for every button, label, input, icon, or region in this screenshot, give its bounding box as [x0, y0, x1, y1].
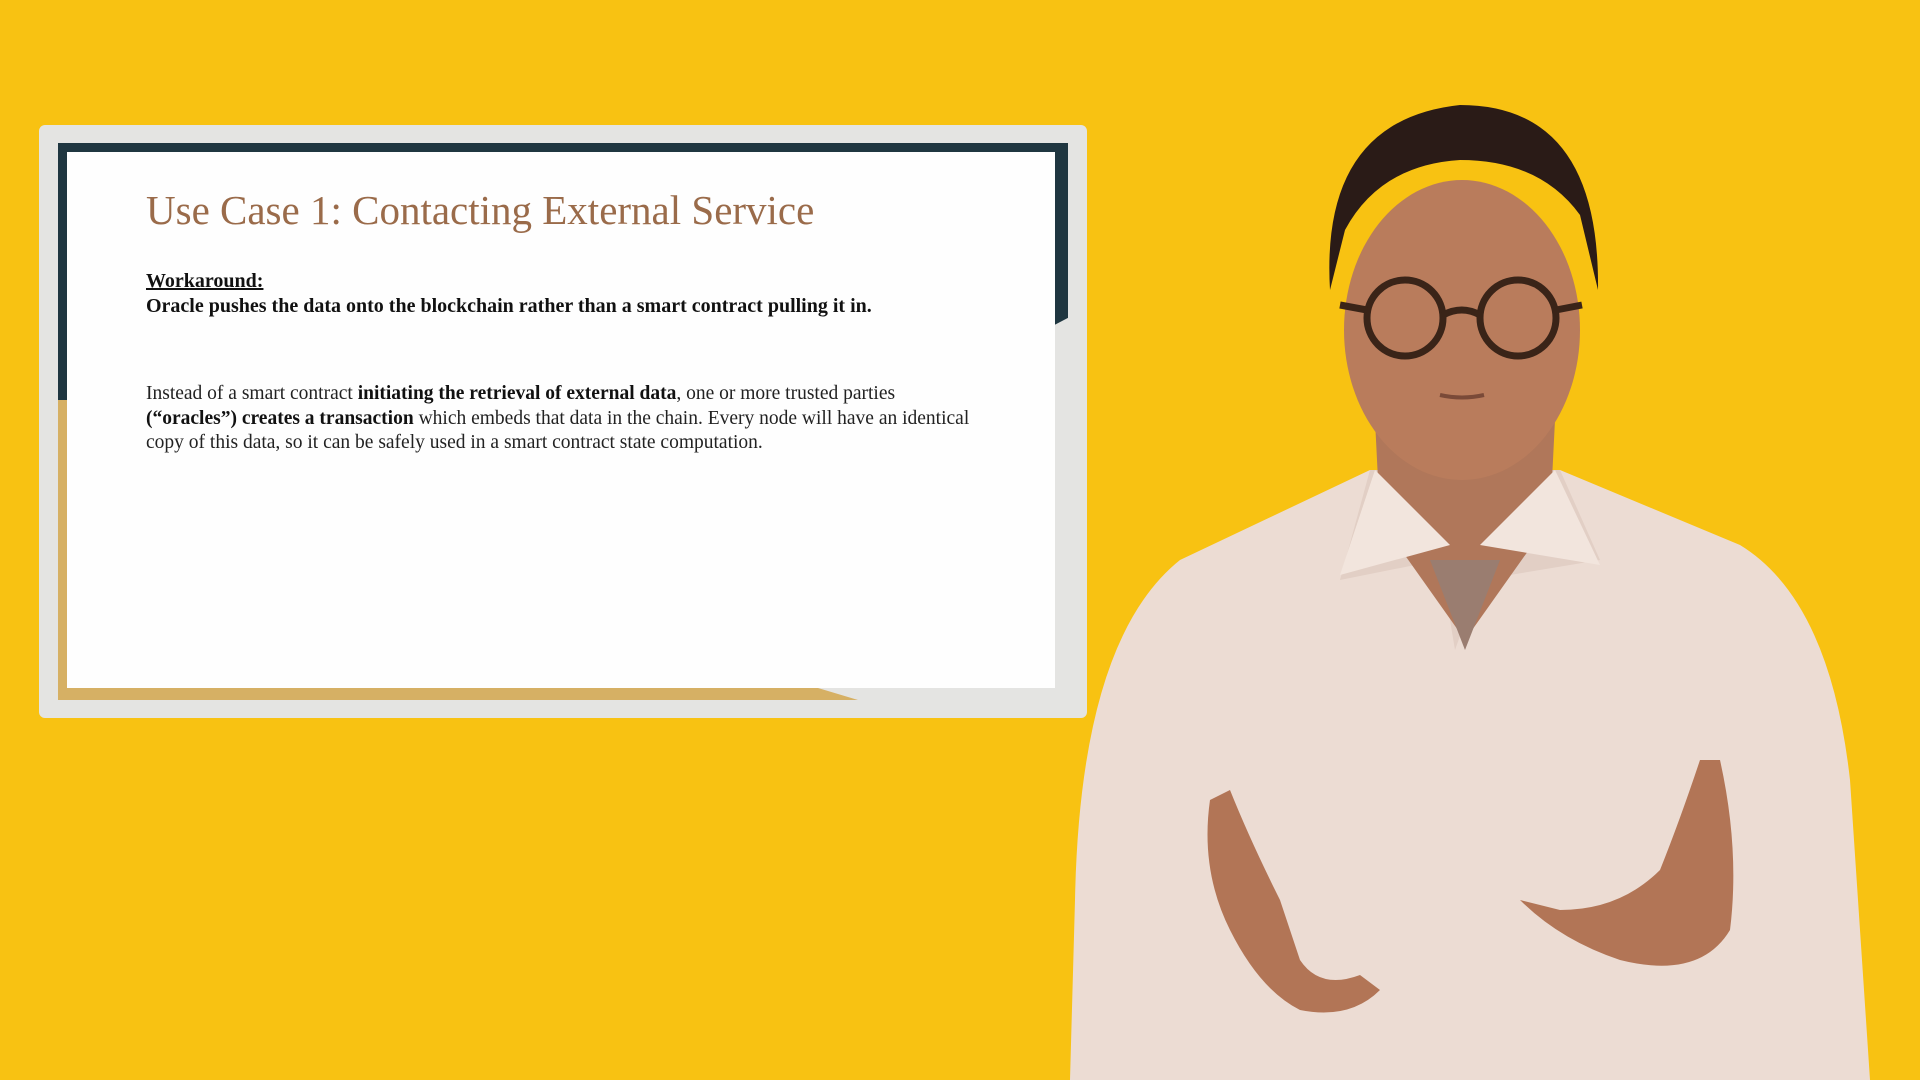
- presenter-video: [1070, 105, 1870, 1080]
- presenter-face: [1344, 180, 1580, 480]
